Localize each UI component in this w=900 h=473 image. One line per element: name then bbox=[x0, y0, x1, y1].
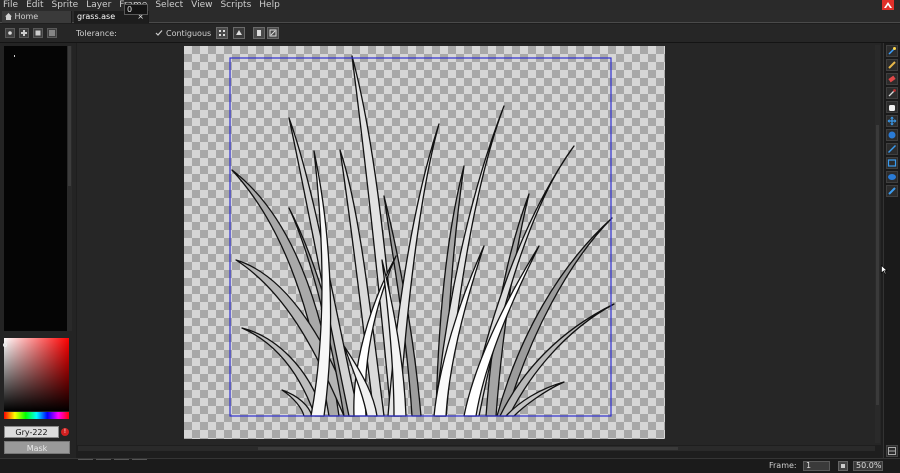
rectangle-icon[interactable] bbox=[886, 157, 898, 169]
menu-edit[interactable]: Edit bbox=[26, 0, 43, 10]
palette-menu-button[interactable] bbox=[47, 28, 57, 38]
move-icon[interactable] bbox=[886, 115, 898, 127]
palette-cursor bbox=[14, 55, 15, 57]
zoom-level[interactable]: 50.0% bbox=[853, 461, 883, 471]
menu-view[interactable]: View bbox=[191, 0, 212, 10]
frame-input[interactable]: 1 bbox=[803, 461, 830, 471]
tolerance-input[interactable]: 0 bbox=[124, 4, 148, 15]
layer-visibility-button[interactable] bbox=[5, 28, 15, 38]
menu-select[interactable]: Select bbox=[155, 0, 183, 10]
status-divider bbox=[114, 459, 129, 460]
line-icon[interactable] bbox=[886, 143, 898, 155]
check-icon bbox=[155, 30, 163, 36]
mask-color-button[interactable]: Mask bbox=[4, 441, 70, 454]
color-picker-square[interactable] bbox=[3, 338, 69, 411]
hue-slider[interactable] bbox=[4, 412, 69, 419]
status-divider bbox=[132, 459, 147, 460]
tab-grass-label: grass.ase bbox=[77, 12, 116, 21]
status-divider bbox=[78, 459, 93, 460]
hand-icon[interactable] bbox=[886, 101, 898, 113]
warning-icon[interactable]: ! bbox=[61, 428, 69, 436]
go-to-frame-button[interactable] bbox=[838, 461, 848, 471]
menu-scripts[interactable]: Scripts bbox=[220, 0, 251, 10]
menu-help[interactable]: Help bbox=[259, 0, 280, 10]
contiguous-label: Contiguous bbox=[166, 29, 212, 38]
home-icon bbox=[5, 12, 12, 20]
paint-bucket-icon[interactable] bbox=[886, 129, 898, 141]
stop-at-grid-button[interactable] bbox=[216, 27, 228, 39]
tolerance-label: Tolerance: bbox=[76, 29, 117, 38]
pencil-icon[interactable] bbox=[886, 59, 898, 71]
menu-sprite[interactable]: Sprite bbox=[52, 0, 79, 10]
horizontal-scrollbar[interactable] bbox=[78, 446, 875, 451]
palette-view[interactable] bbox=[4, 46, 67, 331]
magic-wand-icon[interactable] bbox=[886, 45, 898, 57]
context-bar bbox=[0, 24, 900, 43]
color-picker-marker bbox=[3, 343, 7, 347]
timeline-toggle-button[interactable] bbox=[886, 445, 898, 457]
tab-home[interactable]: Home bbox=[2, 11, 72, 23]
contiguous-checkbox[interactable] bbox=[155, 29, 163, 40]
tab-home-label: Home bbox=[14, 12, 39, 21]
transparency-checkerboard bbox=[184, 46, 665, 439]
add-color-button[interactable] bbox=[19, 28, 29, 38]
menu-layer[interactable]: Layer bbox=[86, 0, 111, 10]
palette-options-button[interactable] bbox=[33, 28, 43, 38]
status-bar bbox=[0, 458, 900, 473]
lasso-icon[interactable] bbox=[886, 171, 898, 183]
app-logo-icon bbox=[882, 0, 894, 10]
dithering-button[interactable] bbox=[267, 27, 279, 39]
frame-label: Frame: bbox=[769, 461, 797, 470]
fill-mode-button[interactable] bbox=[233, 27, 245, 39]
pixel-perfect-button[interactable] bbox=[253, 27, 265, 39]
vertical-scrollbar[interactable] bbox=[875, 45, 880, 443]
eyedropper-icon[interactable] bbox=[886, 87, 898, 99]
blur-icon[interactable] bbox=[886, 185, 898, 197]
status-divider bbox=[96, 459, 111, 460]
mouse-pointer-icon bbox=[881, 264, 888, 278]
palette-scrollbar[interactable] bbox=[67, 46, 72, 331]
sprite-canvas[interactable] bbox=[184, 46, 665, 439]
color-name-field[interactable]: Gry-222 bbox=[4, 426, 59, 438]
eraser-icon[interactable] bbox=[886, 73, 898, 85]
menu-file[interactable]: File bbox=[3, 0, 18, 10]
